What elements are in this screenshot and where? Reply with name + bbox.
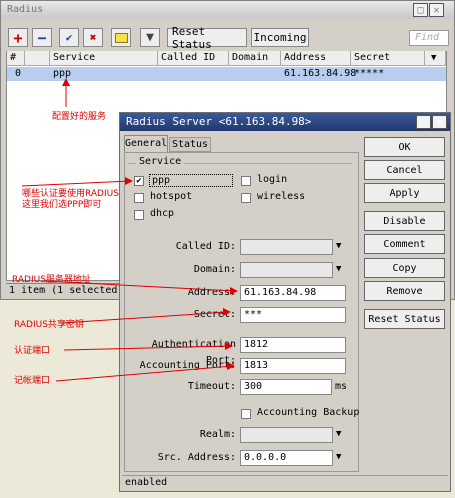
address-input[interactable]: 61.163.84.98: [240, 285, 346, 301]
radius-titlebar: Radius □ ✕: [1, 1, 454, 19]
find-input[interactable]: Find: [409, 30, 449, 46]
close-icon[interactable]: ✕: [429, 3, 444, 17]
dhcp-checkbox[interactable]: [134, 210, 144, 220]
row-called-id: [158, 67, 229, 81]
reset-status-dialog-button[interactable]: Reset Status: [364, 309, 445, 329]
timeout-input[interactable]: 300: [240, 379, 332, 395]
login-label: login: [257, 174, 288, 185]
col-header-blank: [25, 51, 50, 66]
comment-icon[interactable]: [111, 28, 131, 47]
cancel-button[interactable]: Cancel: [364, 160, 445, 180]
col-header-service[interactable]: Service: [50, 51, 158, 66]
acct-port-input[interactable]: 1813: [240, 358, 346, 374]
annotation-shared-secret: RADIUS共享密钥: [14, 320, 84, 330]
src-address-label: Src. Address:: [157, 452, 236, 463]
comment-button[interactable]: Comment: [364, 234, 445, 254]
col-header-called-id[interactable]: Called ID: [158, 51, 229, 66]
acct-backup-checkbox[interactable]: [241, 409, 251, 419]
src-address-input[interactable]: 0.0.0.0: [240, 450, 333, 466]
disable-button[interactable]: Disable: [364, 211, 445, 231]
called-id-dropdown-icon[interactable]: ▼: [336, 241, 341, 251]
col-header-num[interactable]: #: [7, 51, 25, 66]
annotation-choose-ppp: 这里我们选PPP即可: [22, 200, 102, 210]
apply-button[interactable]: Apply: [364, 183, 445, 203]
radius-server-dialog: Radius Server <61.163.84.98> □ ✕ General…: [119, 112, 451, 492]
col-header-address[interactable]: Address: [281, 51, 351, 66]
auth-port-input[interactable]: 1812: [240, 337, 346, 353]
row-domain: [229, 67, 281, 81]
domain-label: Domain:: [193, 264, 236, 275]
called-id-label: Called ID:: [175, 241, 236, 252]
src-address-dropdown-icon[interactable]: ▼: [336, 452, 341, 462]
timeout-label: Timeout:: [187, 381, 236, 392]
incoming-button[interactable]: Incoming: [251, 28, 309, 47]
wireless-checkbox[interactable]: [241, 193, 251, 203]
copy-button[interactable]: Copy: [364, 258, 445, 278]
remove-button[interactable]: Remove: [364, 281, 445, 301]
row-secret: *****: [354, 68, 385, 79]
dialog-status-bar: enabled: [122, 475, 448, 490]
acct-backup-label: Accounting Backup: [257, 407, 360, 418]
tab-general[interactable]: General: [124, 135, 168, 152]
acct-port-label: Accounting Port:: [139, 360, 236, 371]
tab-status[interactable]: Status: [169, 137, 211, 152]
hotspot-checkbox[interactable]: [134, 193, 144, 203]
ppp-checkbox[interactable]: ✔: [134, 176, 144, 186]
secret-input[interactable]: ***: [240, 307, 346, 323]
login-checkbox[interactable]: [241, 176, 251, 186]
ok-button[interactable]: OK: [364, 137, 445, 157]
add-icon[interactable]: +: [8, 28, 28, 47]
filter-icon[interactable]: ▼: [140, 28, 160, 47]
address-label: Address:: [187, 287, 236, 298]
domain-input[interactable]: [240, 262, 333, 278]
dialog-maximize-icon[interactable]: □: [416, 115, 431, 129]
row-num: 0: [14, 68, 21, 79]
wireless-label: wireless: [257, 191, 306, 202]
maximize-icon[interactable]: □: [413, 3, 428, 17]
dialog-titlebar: Radius Server <61.163.84.98> □ ✕: [120, 113, 450, 131]
realm-label: Realm:: [199, 429, 236, 440]
annotation-configured: 配置好的服务: [52, 112, 107, 122]
hotspot-label: hotspot: [150, 191, 193, 202]
secret-label: Secret:: [193, 309, 236, 320]
realm-dropdown-icon[interactable]: ▼: [336, 429, 341, 439]
row-service: ppp: [53, 68, 72, 79]
reset-status-button[interactable]: Reset Status: [167, 25, 247, 51]
domain-dropdown-icon[interactable]: ▼: [336, 264, 341, 274]
col-header-secret[interactable]: Secret: [351, 51, 425, 66]
called-id-input[interactable]: [240, 239, 333, 255]
remove-icon[interactable]: −: [32, 28, 52, 47]
annotation-server-addr: RADIUS服务器地址: [12, 275, 91, 285]
realm-input[interactable]: [240, 427, 333, 443]
dhcp-label: dhcp: [150, 208, 175, 219]
row-address: 61.163.84.98: [284, 68, 357, 79]
col-header-domain[interactable]: Domain: [229, 51, 281, 66]
timeout-unit: ms: [335, 381, 348, 392]
annotation-acct-port: 记帐端口: [14, 376, 51, 386]
dialog-close-icon[interactable]: ✕: [432, 115, 447, 129]
disable-x-icon[interactable]: ✖: [83, 28, 103, 47]
enable-check-icon[interactable]: ✔: [59, 28, 79, 47]
column-chooser-icon[interactable]: ▼: [425, 51, 446, 66]
window-title: Radius: [7, 4, 44, 15]
service-group-title: Service: [136, 156, 185, 167]
annotation-auth-port: 认证端口: [14, 346, 51, 356]
ppp-label: ppp: [149, 174, 233, 187]
dialog-title: Radius Server <61.163.84.98>: [126, 115, 312, 128]
